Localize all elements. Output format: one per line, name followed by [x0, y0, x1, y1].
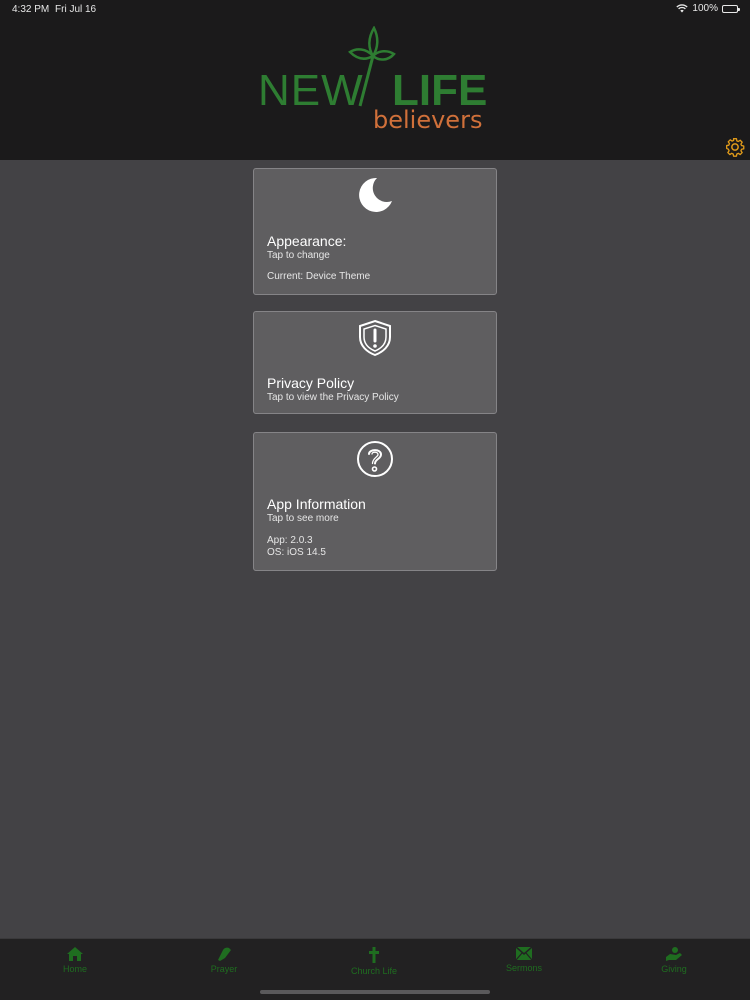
tab-sermons-label: Sermons — [505, 963, 542, 973]
status-indicators: 100% — [676, 3, 740, 14]
battery-percent: 100% — [692, 3, 718, 14]
logo-word-new: NEW — [258, 66, 364, 115]
home-indicator[interactable] — [260, 990, 490, 994]
shield-alert-icon — [359, 319, 391, 357]
app-information-card[interactable]: App Information Tap to see more App: 2.0… — [253, 432, 497, 571]
appearance-current-theme: Current: Device Theme — [267, 271, 371, 282]
os-version: OS: iOS 14.5 — [267, 547, 326, 558]
tab-church-life[interactable]: Church Life — [324, 947, 424, 976]
home-icon — [67, 947, 83, 961]
status-bar: 4:32 PM Fri Jul 16 100% — [0, 0, 750, 18]
tab-sermons[interactable]: Sermons — [474, 947, 574, 973]
giving-hand-icon — [666, 947, 682, 961]
prayer-hands-icon — [218, 947, 231, 961]
tab-home[interactable]: Home — [25, 947, 125, 974]
question-circle-icon — [357, 441, 393, 477]
status-time: 4:32 PM — [12, 4, 50, 15]
tab-giving[interactable]: Giving — [624, 947, 724, 974]
app-information-subtitle: Tap to see more — [267, 513, 339, 524]
battery-icon — [722, 4, 740, 13]
privacy-policy-card[interactable]: Privacy Policy Tap to view the Privacy P… — [253, 311, 497, 414]
tab-giving-label: Giving — [661, 964, 687, 974]
sermons-envelope-icon — [516, 947, 532, 960]
privacy-policy-title: Privacy Policy — [267, 375, 355, 391]
tab-home-label: Home — [62, 964, 87, 974]
wifi-icon — [676, 4, 689, 13]
app-information-title: App Information — [267, 496, 366, 512]
tab-church-life-label: Church Life — [350, 966, 398, 976]
moon-icon — [359, 177, 392, 212]
app-version: App: 2.0.3 — [267, 535, 313, 546]
logo-word-believers: believers — [373, 106, 483, 134]
tab-prayer[interactable]: Prayer — [174, 947, 274, 974]
cross-icon — [369, 947, 379, 963]
app-header: 4:32 PM Fri Jul 16 100% NEW LIFE believe… — [0, 0, 750, 160]
privacy-policy-subtitle: Tap to view the Privacy Policy — [267, 392, 399, 403]
status-date: Fri Jul 16 — [55, 4, 97, 15]
new-life-believers-logo: NEW LIFE believers — [250, 26, 500, 136]
tab-prayer-label: Prayer — [210, 964, 238, 974]
appearance-card[interactable]: Appearance: Tap to change Current: Devic… — [253, 168, 497, 295]
appearance-title: Appearance: — [267, 233, 347, 249]
appearance-subtitle: Tap to change — [267, 250, 330, 261]
settings-gear-icon[interactable] — [725, 137, 745, 157]
